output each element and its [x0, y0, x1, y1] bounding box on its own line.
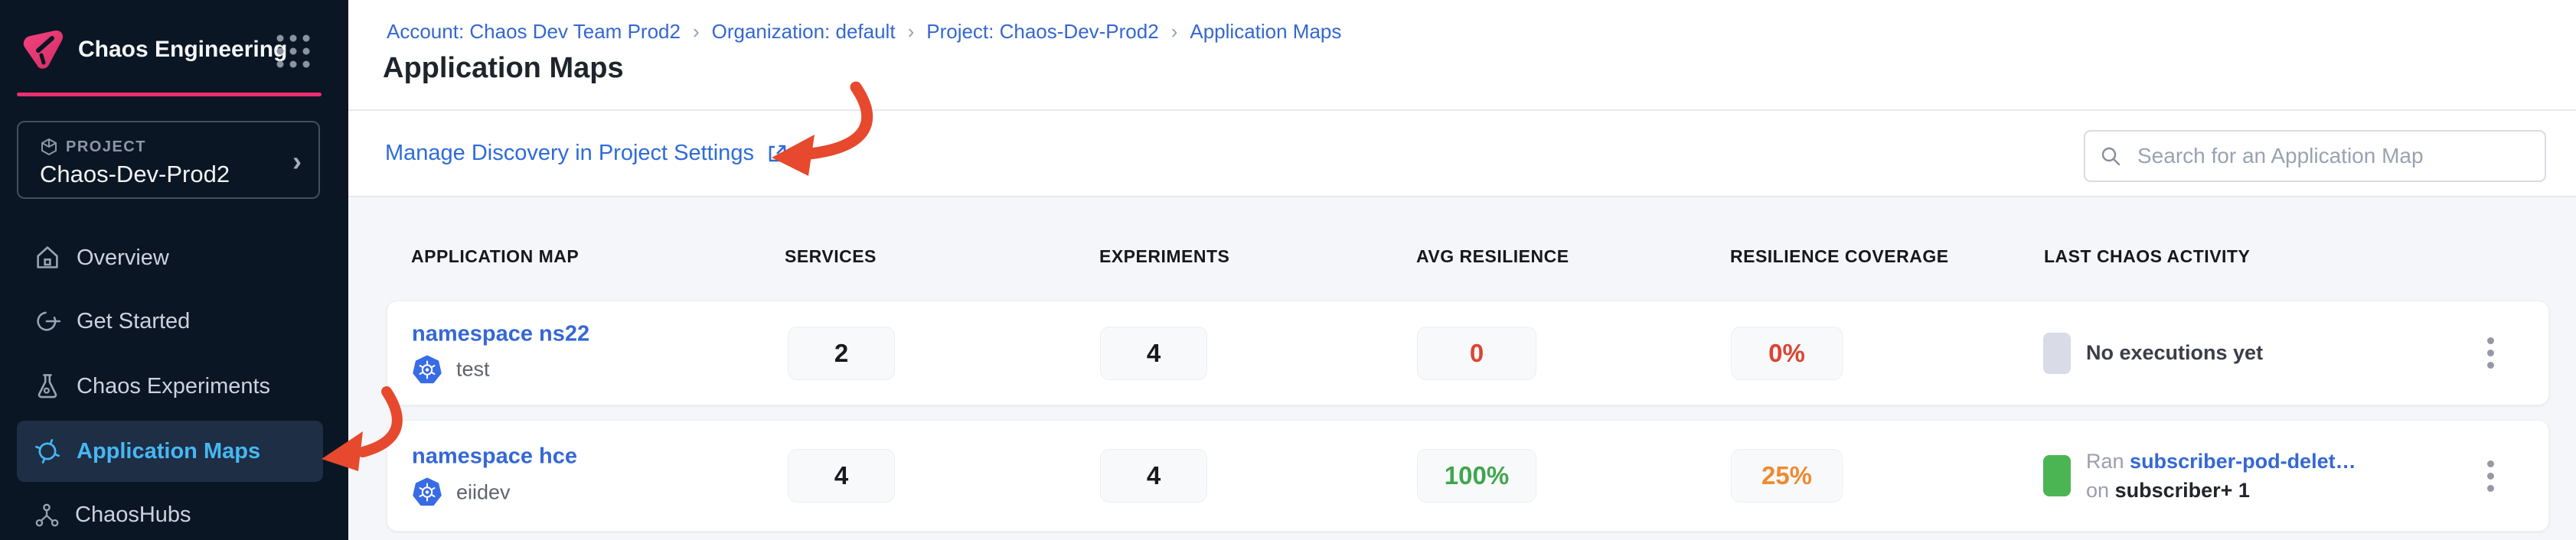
- table-row: namespace ns22 test 2: [387, 301, 2549, 405]
- table-header-row: APPLICATION MAP SERVICES EXPERIMENTS AVG…: [348, 246, 2576, 269]
- column-header-application-map: APPLICATION MAP: [411, 246, 579, 267]
- manage-discovery-link[interactable]: Manage Discovery in Project Settings: [385, 141, 789, 166]
- network-hub-icon: [34, 502, 60, 528]
- application-map-link[interactable]: namespace ns22: [412, 321, 589, 346]
- environment-label: eiidev: [456, 480, 511, 504]
- breadcrumb-separator-icon: ›: [908, 20, 915, 44]
- services-count: 2: [788, 327, 895, 380]
- application-map-cell: namespace hce eiidev: [412, 444, 577, 508]
- resilience-coverage-value: 25%: [1731, 449, 1843, 503]
- kubernetes-icon: [412, 354, 442, 385]
- breadcrumb-project[interactable]: Project: Chaos-Dev-Prod2: [926, 20, 1158, 44]
- breadcrumb-current[interactable]: Application Maps: [1190, 20, 1341, 44]
- sidebar-item-chaoshubs[interactable]: ChaosHubs: [17, 484, 323, 540]
- column-header-services: SERVICES: [785, 246, 877, 267]
- application-map-cell: namespace ns22 test: [412, 321, 589, 385]
- project-name: Chaos-Dev-Prod2: [40, 161, 230, 188]
- column-header-experiments: EXPERIMENTS: [1099, 246, 1229, 267]
- sidebar-item-chaos-experiments[interactable]: Chaos Experiments: [17, 356, 323, 417]
- column-header-last-chaos-activity: LAST CHAOS ACTIVITY: [2044, 246, 2250, 267]
- brand-title: Chaos Engineering: [78, 37, 287, 63]
- kubernetes-icon: [412, 477, 442, 508]
- cube-icon: [40, 138, 58, 156]
- project-selector[interactable]: PROJECT Chaos-Dev-Prod2 ›: [17, 121, 320, 199]
- search-icon: [2099, 145, 2122, 168]
- breadcrumb-separator-icon: ›: [1171, 20, 1178, 44]
- application-maps-page: Chaos Engineering PROJECT Chaos-Dev-Prod…: [0, 0, 2576, 540]
- breadcrumb-account[interactable]: Account: Chaos Dev Team Prod2: [387, 20, 681, 44]
- avg-resilience-value: 0: [1417, 327, 1536, 380]
- last-chaos-activity-cell: No executions yet: [2043, 333, 2263, 374]
- activity-ran-label: Ran: [2086, 450, 2124, 473]
- environment-label: test: [456, 358, 490, 382]
- sidebar-item-application-maps[interactable]: Application Maps: [17, 421, 323, 482]
- sidebar-item-get-started[interactable]: Get Started: [17, 291, 323, 352]
- services-count: 4: [788, 449, 895, 503]
- application-maps-table: APPLICATION MAP SERVICES EXPERIMENTS AVG…: [348, 197, 2576, 540]
- page-title: Application Maps: [383, 52, 624, 85]
- row-menu-button[interactable]: [2475, 330, 2506, 376]
- experiments-count: 4: [1100, 449, 1207, 503]
- experiments-count: 4: [1100, 327, 1207, 380]
- search-input[interactable]: [2136, 143, 2531, 169]
- activity-on-label: on: [2086, 479, 2109, 502]
- row-menu-button[interactable]: [2475, 453, 2506, 499]
- chevron-right-icon: ›: [292, 145, 302, 177]
- get-started-icon: [34, 307, 61, 335]
- avg-resilience-value: 100%: [1417, 449, 1536, 503]
- breadcrumb-separator-icon: ›: [693, 20, 700, 44]
- breadcrumb: Account: Chaos Dev Team Prod2 › Organiza…: [387, 20, 1341, 44]
- search-box: [2084, 130, 2546, 182]
- flask-icon: [34, 372, 61, 400]
- breadcrumb-organization[interactable]: Organization: default: [712, 20, 896, 44]
- home-icon: [34, 244, 61, 272]
- module-grid-icon[interactable]: [274, 32, 312, 70]
- application-map-link[interactable]: namespace hce: [412, 444, 577, 470]
- table-row: namespace hce eiidev 4: [387, 420, 2549, 532]
- activity-status-swatch: [2043, 455, 2071, 496]
- sidebar-item-overview[interactable]: Overview: [17, 227, 323, 288]
- activity-target: subscriber+ 1: [2115, 479, 2250, 502]
- last-chaos-activity-cell: Ran subscriber-pod-delet… on subscriber+…: [2043, 448, 2356, 503]
- column-header-resilience-coverage: RESILIENCE COVERAGE: [1730, 246, 1949, 267]
- resilience-coverage-value: 0%: [1731, 327, 1843, 380]
- activity-experiment-link[interactable]: subscriber-pod-delet…: [2130, 450, 2356, 473]
- external-link-icon: [765, 142, 789, 166]
- activity-status-swatch: [2043, 333, 2071, 374]
- sidebar: Chaos Engineering PROJECT Chaos-Dev-Prod…: [0, 0, 348, 540]
- target-icon: [34, 438, 61, 465]
- header-divider: [348, 109, 2576, 111]
- brand-header: Chaos Engineering: [0, 0, 348, 93]
- project-label: PROJECT: [66, 138, 146, 156]
- activity-status-text: No executions yet: [2086, 341, 2263, 365]
- brand-accent-divider: [17, 93, 322, 96]
- harness-chaos-logo-icon: [20, 26, 64, 70]
- column-header-avg-resilience: AVG RESILIENCE: [1416, 246, 1569, 267]
